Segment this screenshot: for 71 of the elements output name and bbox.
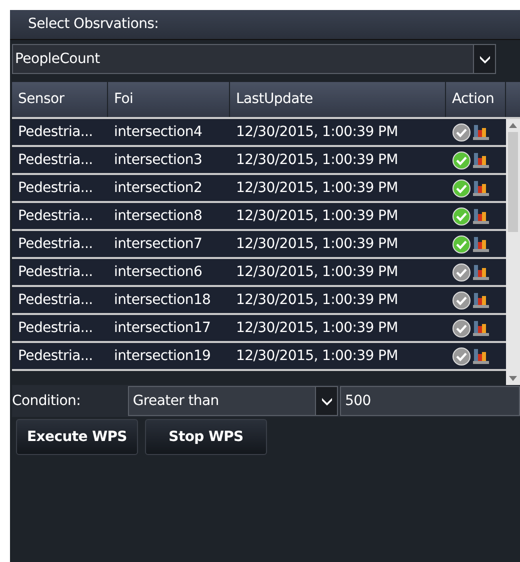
table-cell-text: Pedestria... (17, 178, 94, 198)
chevron-down-icon (315, 387, 337, 415)
table-cell-text: Pedestria... (17, 346, 94, 366)
table-cell-text: intersection19 (113, 346, 212, 366)
table-cell-text: 12/30/2015, 1:00:39 PM (235, 122, 399, 142)
condition-value-field[interactable]: 500 (340, 386, 520, 416)
table-cell-text: intersection4 (113, 122, 204, 142)
column-header[interactable]: Action (446, 82, 506, 117)
table-cell-text: Pedestria... (17, 318, 94, 338)
table-cell-text: intersection6 (113, 262, 204, 282)
check-circle-icon[interactable] (452, 122, 471, 142)
check-circle-icon[interactable] (452, 234, 471, 254)
bar-chart-icon[interactable] (472, 319, 490, 337)
bar-chart-icon[interactable] (472, 235, 490, 253)
wps-button[interactable]: Execute WPS (16, 419, 138, 455)
wps-button[interactable]: Stop WPS (145, 419, 267, 455)
column-header[interactable]: Foi (108, 82, 230, 117)
table-cell-text: Pedestria... (17, 234, 94, 254)
check-circle-icon[interactable] (452, 150, 471, 170)
table-row[interactable]: Pedestria... intersection6 12/30/2015, 1:00:39 PM (12, 259, 506, 287)
check-circle-icon[interactable] (452, 262, 471, 282)
check-circle-icon[interactable] (452, 318, 471, 338)
table-cell-text: intersection2 (113, 178, 204, 198)
bar-chart-icon[interactable] (472, 207, 490, 225)
operator-dropdown[interactable]: Greater than (128, 386, 338, 416)
table-row[interactable]: Pedestria... intersection3 12/30/2015, 1:00:39 PM (12, 147, 506, 175)
bar-chart-icon[interactable] (472, 151, 490, 169)
bar-chart-icon[interactable] (472, 347, 490, 365)
chevron-down-icon (473, 45, 495, 73)
table-cell-text: 12/30/2015, 1:00:39 PM (235, 346, 399, 366)
table-cell-text: intersection3 (113, 150, 204, 170)
table-row[interactable]: Pedestria... intersection8 12/30/2015, 1:00:39 PM (12, 203, 506, 231)
check-circle-icon[interactable] (452, 346, 471, 366)
table-cell-text: 12/30/2015, 1:00:39 PM (235, 206, 399, 226)
scroll-up-icon[interactable] (509, 123, 517, 128)
table-row[interactable]: Pedestria... intersection2 12/30/2015, 1:00:39 PM (12, 175, 506, 203)
scroll-thumb[interactable] (508, 132, 518, 232)
table-cell-text: 12/30/2015, 1:00:39 PM (235, 262, 399, 282)
bar-chart-icon[interactable] (472, 123, 490, 141)
check-circle-icon[interactable] (452, 178, 471, 198)
table-cell-text: 12/30/2015, 1:00:39 PM (235, 150, 399, 170)
table-cell-text: 12/30/2015, 1:00:39 PM (235, 178, 399, 198)
column-header[interactable]: Sensor (12, 82, 108, 117)
table-cell-text: intersection8 (113, 206, 204, 226)
table-cell-text: Pedestria... (17, 206, 94, 226)
bar-chart-icon[interactable] (472, 263, 490, 281)
column-header[interactable]: LastUpdate (230, 82, 446, 117)
check-circle-icon[interactable] (452, 290, 471, 310)
table-cell-text: 12/30/2015, 1:00:39 PM (235, 318, 399, 338)
table-row[interactable]: Pedestria... intersection19 12/30/2015, 1:00:39 PM (12, 343, 506, 371)
table-row[interactable]: Pedestria... intersection7 12/30/2015, 1:00:39 PM (12, 231, 506, 259)
table-cell-text: 12/30/2015, 1:00:39 PM (235, 290, 399, 310)
table-cell-text: intersection7 (113, 234, 204, 254)
table-row[interactable]: Pedestria... intersection17 12/30/2015, 1:00:39 PM (12, 315, 506, 343)
panel-title: Select Obsrvations: (28, 15, 159, 34)
table-cell-text: Pedestria... (17, 290, 94, 310)
check-circle-icon[interactable] (452, 206, 471, 226)
condition-label: Condition: (12, 392, 82, 410)
table-cell-text: Pedestria... (17, 150, 94, 170)
table-cell-text: Pedestria... (17, 262, 94, 282)
bar-chart-icon[interactable] (472, 291, 490, 309)
bar-chart-icon[interactable] (472, 179, 490, 197)
scrollbar[interactable] (506, 119, 520, 385)
table-cell-text: Pedestria... (17, 122, 94, 142)
table-cell-text: intersection18 (113, 290, 212, 310)
table-cell-text: 12/30/2015, 1:00:39 PM (235, 234, 399, 254)
table-cell-text: intersection17 (113, 318, 212, 338)
observation-dropdown[interactable]: PeopleCount (12, 44, 496, 74)
table-row[interactable]: Pedestria... intersection18 12/30/2015, 1:00:39 PM (12, 287, 506, 315)
table-row[interactable]: Pedestria... intersection4 12/30/2015, 1:00:39 PM (12, 119, 506, 147)
scroll-down-icon[interactable] (509, 376, 517, 381)
